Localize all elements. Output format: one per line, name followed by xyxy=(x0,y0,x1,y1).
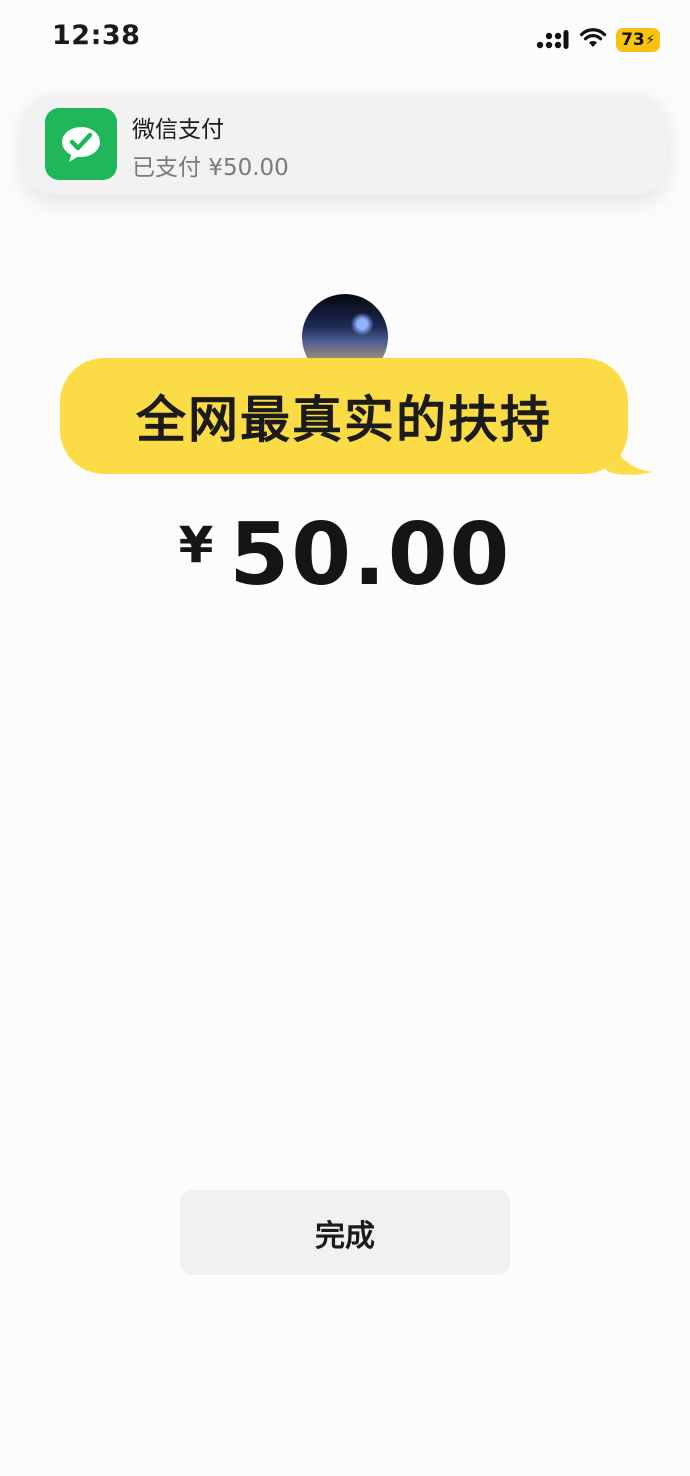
status-bar: 12:38 73 ⚡ xyxy=(0,0,690,80)
battery-level: 73 xyxy=(621,30,645,50)
caption-text: 全网最真实的扶持 xyxy=(136,391,552,449)
currency-symbol: ¥ xyxy=(178,516,214,574)
signal-icon xyxy=(536,30,569,49)
done-button[interactable]: 完成 xyxy=(180,1190,510,1275)
wifi-icon xyxy=(579,28,607,47)
chat-bubble-check-icon xyxy=(62,127,100,162)
notification-message: 已支付 ¥50.00 xyxy=(132,155,289,181)
wechat-pay-icon xyxy=(45,108,117,180)
notification-title: 微信支付 xyxy=(132,117,224,143)
status-time: 12:38 xyxy=(52,20,141,51)
charging-bolt-icon: ⚡ xyxy=(645,32,655,48)
payment-amount: ¥ 50.00 xyxy=(0,500,690,610)
amount-value: 50.00 xyxy=(229,505,512,605)
battery-badge: 73 ⚡ xyxy=(616,28,660,52)
payment-notification[interactable]: 微信支付 已支付 ¥50.00 xyxy=(24,94,666,194)
